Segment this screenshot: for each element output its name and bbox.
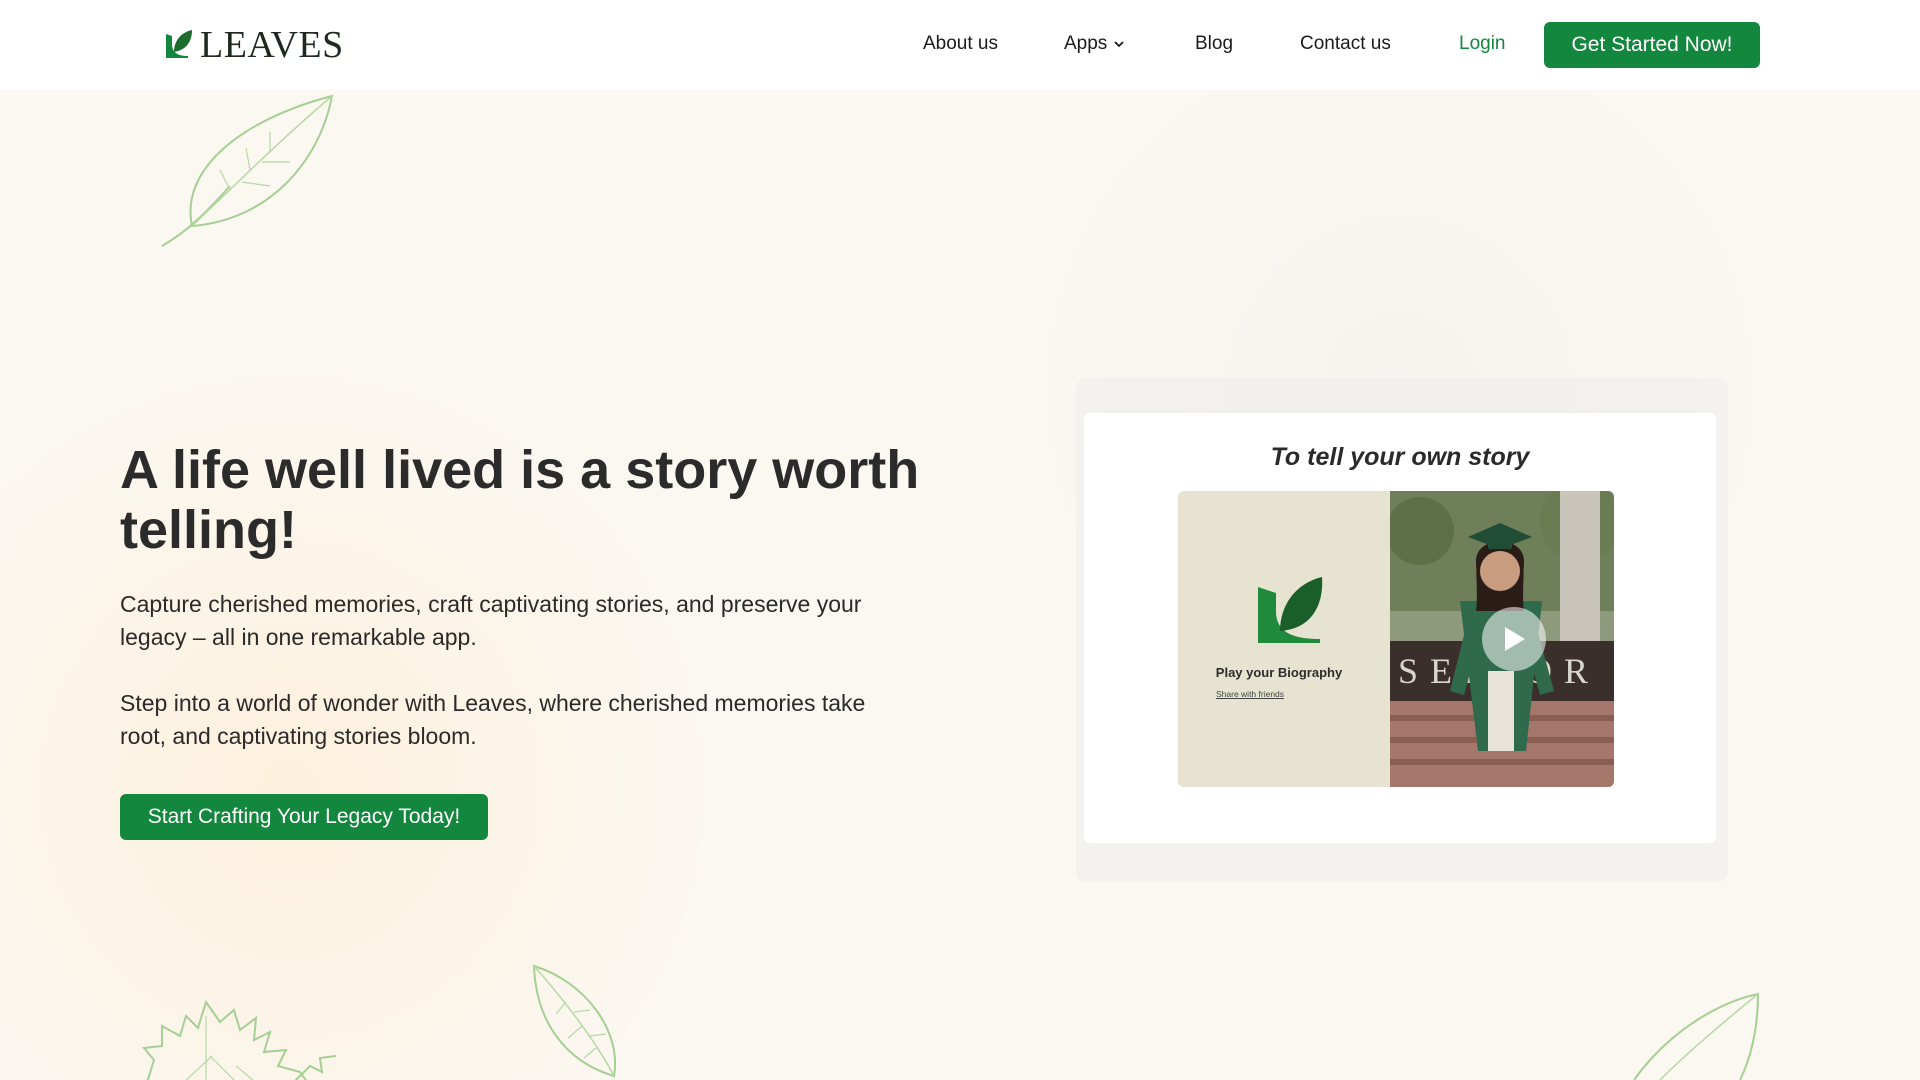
- video-caption: Play your Biography: [1215, 665, 1343, 680]
- top-nav: LEAVES About us Apps Blog Contact us Log…: [0, 0, 1920, 90]
- nav-blog[interactable]: Blog: [1195, 31, 1233, 57]
- leaf-decoration-icon: [1633, 992, 1760, 1080]
- nav-about-us[interactable]: About us: [923, 31, 998, 57]
- biography-video-player[interactable]: Play your Biography Share with friends S…: [1178, 491, 1614, 787]
- chevron-down-icon: [1114, 41, 1124, 48]
- play-button[interactable]: [1482, 607, 1546, 671]
- leaf-decoration-icon: [161, 94, 334, 247]
- video-card-title: To tell your own story: [1270, 443, 1530, 471]
- hero-paragraph-1: Capture cherished memories, craft captiv…: [120, 591, 862, 650]
- hero-headline: A life well lived is a story worth telli…: [120, 440, 920, 560]
- video-title-panel: Play your Biography Share with friends: [1178, 491, 1390, 787]
- hero-paragraph-2: Step into a world of wonder with Leaves,…: [120, 690, 866, 749]
- nav-contact-us[interactable]: Contact us: [1300, 31, 1391, 57]
- leaf-logo-icon: [1258, 577, 1323, 643]
- nav-apps-dropdown[interactable]: Apps: [1064, 31, 1125, 57]
- maple-leaf-decoration-icon: [142, 999, 337, 1080]
- nav-apps-label: Apps: [1064, 33, 1108, 54]
- get-started-button[interactable]: Get Started Now!: [1544, 22, 1760, 68]
- start-crafting-button[interactable]: Start Crafting Your Legacy Today!: [120, 794, 488, 840]
- video-card: To tell your own story Play your Biograp…: [1084, 413, 1716, 843]
- leaf-decoration-icon: [532, 964, 617, 1078]
- play-icon: [1505, 627, 1525, 651]
- nav-login[interactable]: Login: [1459, 31, 1506, 57]
- share-with-friends-link[interactable]: Share with friends: [1216, 689, 1284, 699]
